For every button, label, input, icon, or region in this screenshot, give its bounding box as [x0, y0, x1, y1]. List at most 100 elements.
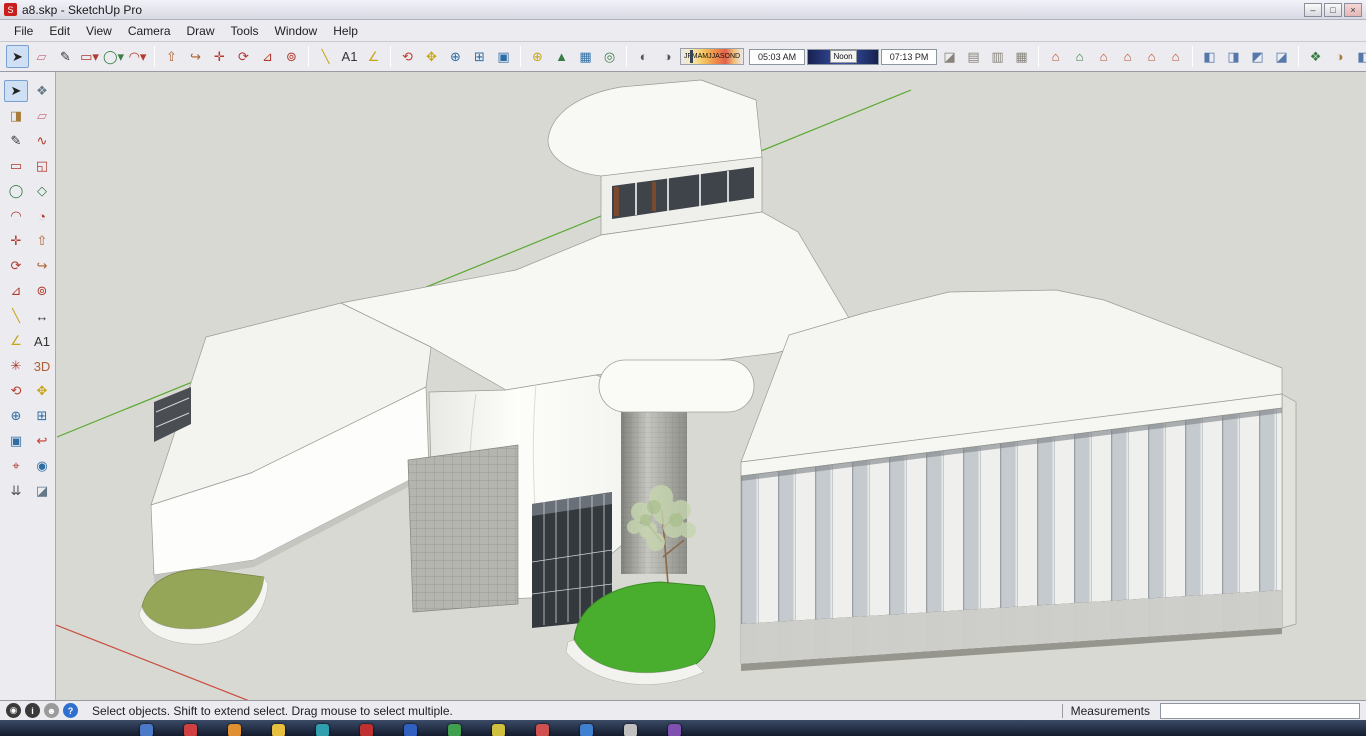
sign-in-icon[interactable]: ☻ — [44, 703, 59, 718]
freehand-tool-icon[interactable]: ∿ — [30, 130, 54, 152]
rectangle-tool-icon[interactable]: ▭ — [4, 155, 28, 177]
orbit-tool-icon[interactable]: ⟲ — [4, 380, 28, 402]
credits-icon[interactable]: i — [25, 703, 40, 718]
model-canvas[interactable] — [56, 72, 1366, 700]
view-back-icon[interactable]: ⌂ — [1140, 45, 1163, 68]
style-wireframe-icon[interactable]: ◨ — [1222, 45, 1245, 68]
taskbar-app-2[interactable] — [184, 724, 197, 736]
menu-tools[interactable]: Tools — [223, 21, 267, 41]
toggle-terrain-icon[interactable]: ▲ — [550, 45, 573, 68]
zoom-tool-icon[interactable]: ⊕ — [444, 45, 467, 68]
arc-tool-icon[interactable]: ◠▾ — [126, 45, 149, 68]
zoom-extents-icon[interactable]: ▣ — [4, 430, 28, 452]
text-tool-icon[interactable]: A1 — [30, 330, 54, 352]
maximize-button[interactable]: □ — [1324, 2, 1342, 17]
rotated-rectangle-icon[interactable]: ◱ — [30, 155, 54, 177]
view-top-icon[interactable]: ⌂ — [1068, 45, 1091, 68]
shadow-toggle-icon[interactable]: ◑ — [656, 45, 679, 68]
view-left-icon[interactable]: ⌂ — [1164, 45, 1187, 68]
shadow-date-slider[interactable]: JFMAMJJASOND — [680, 48, 745, 65]
menu-window[interactable]: Window — [267, 21, 326, 41]
taskbar-app-13[interactable] — [668, 724, 681, 736]
follow-me-tool-icon[interactable]: ↪ — [184, 45, 207, 68]
taskbar-app-6[interactable] — [360, 724, 373, 736]
menu-file[interactable]: File — [6, 21, 41, 41]
push-pull-tool-icon[interactable]: ⇧ — [160, 45, 183, 68]
zoom-window-tool-icon[interactable]: ⊞ — [468, 45, 491, 68]
previous-view-icon[interactable]: ↩ — [30, 430, 54, 452]
taskbar-app-11[interactable] — [580, 724, 593, 736]
eraser-tool-icon[interactable]: ▱ — [30, 45, 53, 68]
shadow-settings-icon[interactable]: ◐ — [632, 45, 655, 68]
view-right-icon[interactable]: ⌂ — [1116, 45, 1139, 68]
rotate-tool-icon[interactable]: ⟳ — [232, 45, 255, 68]
protractor-tool-icon[interactable]: ∠ — [362, 45, 385, 68]
minimize-button[interactable]: – — [1304, 2, 1322, 17]
taskbar-app-12[interactable] — [624, 724, 637, 736]
zoom-tool-icon[interactable]: ⊕ — [4, 405, 28, 427]
tape-measure-tool-icon[interactable]: ╲ — [314, 45, 337, 68]
taskbar-app-8[interactable] — [448, 724, 461, 736]
taskbar-app-5[interactable] — [316, 724, 329, 736]
taskbar-app-7[interactable] — [404, 724, 417, 736]
menu-view[interactable]: View — [78, 21, 120, 41]
offset-tool-icon[interactable]: ⊚ — [280, 45, 303, 68]
geolocation-icon[interactable]: ◉ — [6, 703, 21, 718]
circle-tool-icon[interactable]: ◯▾ — [102, 45, 125, 68]
offset-tool-icon[interactable]: ⊚ — [30, 280, 54, 302]
follow-me-tool-icon[interactable]: ↪ — [30, 255, 54, 277]
shadow-time-end[interactable]: 07:13 PM — [881, 48, 938, 65]
push-pull-tool-icon[interactable]: ⇧ — [30, 230, 54, 252]
taskbar-app-10[interactable] — [536, 724, 549, 736]
select-tool-icon[interactable]: ➤ — [4, 80, 28, 102]
taskbar-app-3[interactable] — [228, 724, 241, 736]
add-location-icon[interactable]: ⊕ — [526, 45, 549, 68]
scale-tool-icon[interactable]: ⊿ — [256, 45, 279, 68]
circle-tool-icon[interactable]: ◯ — [4, 180, 28, 202]
select-tool-icon[interactable]: ➤ — [6, 45, 29, 68]
shadow-time-slider[interactable]: Noon — [807, 48, 880, 65]
menu-edit[interactable]: Edit — [41, 21, 78, 41]
scale-tool-icon[interactable]: ⊿ — [4, 280, 28, 302]
line-tool-icon[interactable]: ✎ — [4, 130, 28, 152]
measurements-input[interactable] — [1160, 702, 1360, 719]
walk-tool-icon[interactable]: ⇊ — [4, 480, 28, 502]
style-shaded-icon[interactable]: ◪ — [1270, 45, 1293, 68]
eraser-tool-icon[interactable]: ▱ — [30, 105, 54, 127]
dimension-tool-icon[interactable]: ↔ — [30, 305, 54, 327]
styles-panel-icon[interactable]: ◧ — [1352, 45, 1366, 68]
protractor-tool-icon[interactable]: ∠ — [4, 330, 28, 352]
menu-help[interactable]: Help — [325, 21, 366, 41]
materials-panel-icon[interactable]: ◑ — [1328, 45, 1351, 68]
taskbar-app-4[interactable] — [272, 724, 285, 736]
display-section-cuts-icon[interactable]: ▥ — [986, 45, 1009, 68]
rectangle-tool-icon[interactable]: ▭▾ — [78, 45, 101, 68]
section-plane-icon[interactable]: ◪ — [938, 45, 961, 68]
tape-measure-icon[interactable]: ╲ — [4, 305, 28, 327]
orbit-tool-icon[interactable]: ⟲ — [396, 45, 419, 68]
3d-text-tool-icon[interactable]: 3D — [30, 355, 54, 377]
view-iso-icon[interactable]: ⌂ — [1044, 45, 1067, 68]
move-tool-icon[interactable]: ✛ — [208, 45, 231, 68]
preview-google-earth-icon[interactable]: ◎ — [598, 45, 621, 68]
style-xray-icon[interactable]: ◧ — [1198, 45, 1221, 68]
help-icon[interactable]: ? — [63, 703, 78, 718]
polygon-tool-icon[interactable]: ◇ — [30, 180, 54, 202]
look-around-icon[interactable]: ◉ — [30, 455, 54, 477]
display-section-planes-icon[interactable]: ▤ — [962, 45, 985, 68]
pan-tool-icon[interactable]: ✥ — [30, 380, 54, 402]
rotate-tool-icon[interactable]: ⟳ — [4, 255, 28, 277]
menu-draw[interactable]: Draw — [179, 21, 223, 41]
zoom-window-icon[interactable]: ⊞ — [30, 405, 54, 427]
style-hidden-line-icon[interactable]: ◩ — [1246, 45, 1269, 68]
components-panel-icon[interactable]: ❖ — [1304, 45, 1327, 68]
menu-camera[interactable]: Camera — [120, 21, 179, 41]
pie-tool-icon[interactable]: ◔ — [30, 205, 54, 227]
photo-textures-icon[interactable]: ▦ — [574, 45, 597, 68]
arc-tool-icon[interactable]: ◠ — [4, 205, 28, 227]
axes-tool-icon[interactable]: ✳ — [4, 355, 28, 377]
view-front-icon[interactable]: ⌂ — [1092, 45, 1115, 68]
taskbar-app-9[interactable] — [492, 724, 505, 736]
zoom-extents-tool-icon[interactable]: ▣ — [492, 45, 515, 68]
close-button[interactable]: × — [1344, 2, 1362, 17]
